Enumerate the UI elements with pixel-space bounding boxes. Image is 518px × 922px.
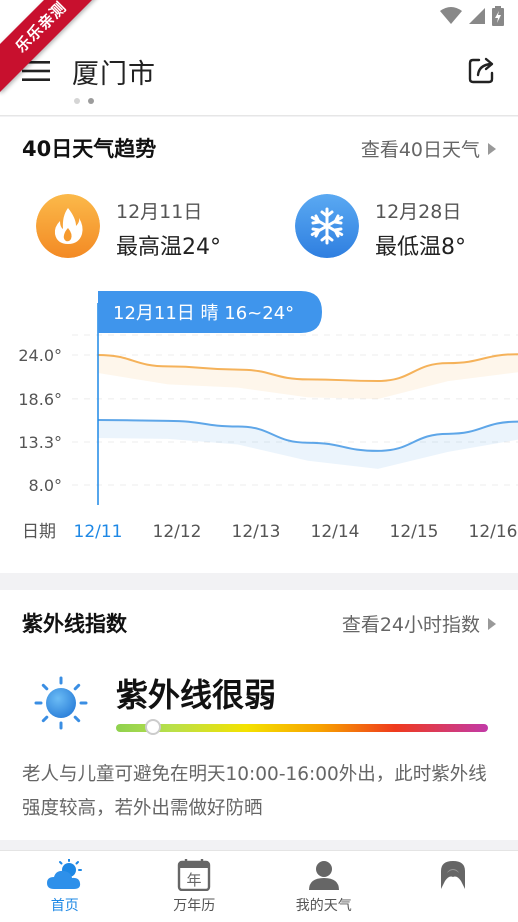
chevron-right-icon bbox=[488, 617, 496, 630]
uv-card: 紫外线指数 查看24小时指数 紫外线很弱 老人与儿童可避免在明天10:00-16… bbox=[0, 590, 518, 840]
x-tick-label: 12/11 bbox=[74, 522, 123, 542]
page-indicator bbox=[74, 98, 94, 104]
y-tick-label: 8.0° bbox=[29, 476, 62, 495]
calendar-icon: 年 bbox=[178, 859, 211, 891]
y-tick-label: 13.3° bbox=[18, 433, 62, 452]
uv-link[interactable]: 查看24小时指数 bbox=[342, 610, 496, 637]
trend-card: 40日天气趋势 查看40日天气 12月11日 最高温24° 12月28日 最低温… bbox=[0, 117, 518, 573]
status-icons bbox=[440, 6, 504, 26]
bottom-nav: 首页 年 万年历 我的天气 bbox=[0, 850, 518, 922]
nav-home[interactable]: 首页 bbox=[0, 851, 130, 922]
series-band bbox=[98, 420, 518, 469]
signal-icon bbox=[469, 8, 485, 24]
trend-link[interactable]: 查看40日天气 bbox=[361, 135, 496, 162]
x-tick-label: 12/16 bbox=[469, 522, 518, 542]
y-tick-label: 24.0° bbox=[18, 346, 62, 365]
header: 厦门市 bbox=[0, 34, 518, 116]
city-title[interactable]: 厦门市 bbox=[72, 52, 156, 91]
share-icon[interactable] bbox=[466, 54, 498, 86]
x-tick-label: 12/15 bbox=[390, 522, 439, 542]
fire-icon bbox=[36, 194, 100, 258]
cloud-sun-icon bbox=[46, 859, 82, 889]
nav-more[interactable] bbox=[389, 851, 518, 922]
trend-chart[interactable]: 24.0° 18.6° 13.3° 8.0° 12月11日 晴 16~24° 日期 12/1… bbox=[0, 287, 518, 573]
y-tick-label: 18.6° bbox=[18, 390, 62, 409]
uv-scale-bar bbox=[116, 719, 488, 735]
trend-chart-svg: 24.0° 18.6° 13.3° 8.0° 12月11日 晴 16~24° 日期 12/1… bbox=[18, 291, 518, 542]
trend-link-label: 查看40日天气 bbox=[360, 139, 480, 161]
uv-description: 老人与儿童可避免在明天10:00-16:00外出，此时紫外线强度较高，若外出需做… bbox=[22, 764, 487, 819]
nav-calendar-label: 万年历 bbox=[173, 898, 216, 914]
x-tick-label: 12/14 bbox=[311, 522, 360, 542]
x-axis-label: 日期 bbox=[22, 522, 56, 542]
nav-my-weather[interactable]: 我的天气 bbox=[259, 851, 389, 922]
uv-section-title: 紫外线指数 bbox=[22, 612, 127, 636]
low-date: 12月28日 bbox=[375, 201, 462, 223]
high-value: 最高温24° bbox=[116, 235, 221, 260]
nav-calendar[interactable]: 年 万年历 bbox=[130, 851, 260, 922]
x-tick-label: 12/12 bbox=[153, 522, 202, 542]
snowflake-icon bbox=[295, 194, 359, 258]
x-tick-label: 12/13 bbox=[232, 522, 281, 542]
avatar-silhouette-icon bbox=[441, 861, 466, 889]
series-band bbox=[98, 354, 518, 399]
user-icon bbox=[308, 861, 339, 890]
wifi-icon bbox=[440, 7, 462, 24]
nav-home-label: 首页 bbox=[50, 898, 79, 914]
page-dot-active bbox=[88, 98, 94, 104]
chevron-right-icon bbox=[488, 142, 496, 155]
high-date: 12月11日 bbox=[116, 201, 203, 223]
uv-level: 紫外线很弱 bbox=[116, 676, 277, 714]
battery-icon bbox=[492, 6, 504, 26]
uv-link-label: 查看24小时指数 bbox=[341, 614, 480, 636]
tooltip-text: 12月11日 晴 16~24° bbox=[113, 303, 294, 324]
sun-icon bbox=[34, 676, 88, 730]
svg-text:年: 年 bbox=[187, 871, 202, 889]
page-dot bbox=[74, 98, 80, 104]
uv-scale-knob bbox=[145, 719, 162, 735]
low-value: 最低温8° bbox=[375, 235, 466, 260]
trend-title: 40日天气趋势 bbox=[22, 137, 157, 161]
nav-my-weather-label: 我的天气 bbox=[295, 898, 352, 914]
